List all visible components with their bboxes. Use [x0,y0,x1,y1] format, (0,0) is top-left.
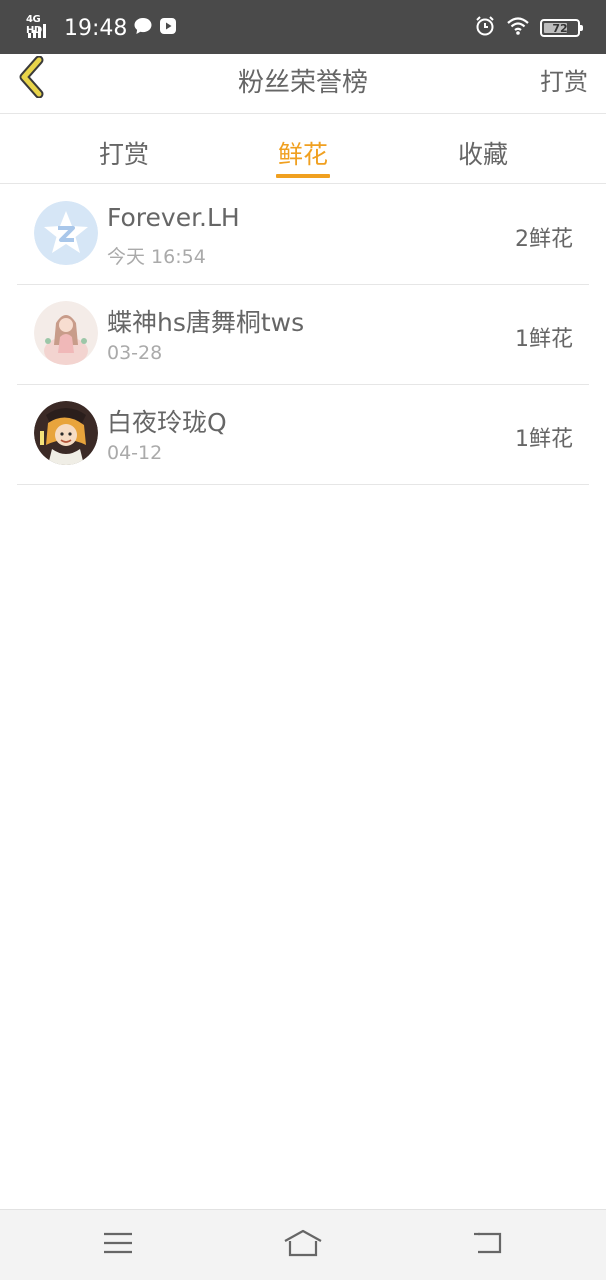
anime-girl-avatar [34,301,98,365]
reward-button[interactable]: 打赏 [540,62,588,97]
anime-character-avatar [34,401,98,465]
home-button[interactable] [283,1228,323,1262]
home-icon [283,1229,323,1261]
flower-count: 2鲜花 [515,227,573,252]
page-title: 粉丝荣誉榜 [237,68,368,98]
menu-button[interactable] [98,1228,138,1262]
user-name: 蝶神hs唐舞桐tws [107,308,305,337]
status-left: 4G HD 19:48 [26,14,177,42]
active-tab-indicator [276,174,330,178]
battery-level: 72 [552,21,568,35]
tab-reward[interactable]: 打赏 [64,135,184,171]
status-bar: 4G HD 19:48 72 [0,0,606,54]
menu-icon [103,1231,133,1259]
fan-list: Forever.LH 今天 16:54 2鲜花 蝶神hs唐舞桐tws 03-28… [17,185,589,485]
alarm-clock-icon [474,15,496,41]
battery-icon: 72 [540,19,583,37]
wifi-icon [506,16,530,40]
back-icon [472,1230,504,1260]
nav-bar: 粉丝荣誉榜 打赏 [0,54,606,114]
date-label: 04-12 [107,442,163,464]
video-play-icon [159,17,177,39]
system-back-button[interactable] [468,1228,508,1262]
tab-bar: 打赏 鲜花 收藏 [0,115,606,184]
date-label: 今天 16:54 [107,246,206,268]
flower-count: 1鲜花 [515,327,573,352]
status-time: 19:48 [64,15,128,41]
date-label: 03-28 [107,342,163,364]
flower-count: 1鲜花 [515,427,573,452]
list-item[interactable]: 白夜玲珑Q 04-12 1鲜花 [17,385,589,485]
chat-bubble-icon [133,16,153,40]
tab-flowers[interactable]: 鲜花 [243,135,363,171]
list-item[interactable]: Forever.LH 今天 16:54 2鲜花 [17,185,589,285]
qq-default-avatar [34,201,98,265]
cellular-signal-icon: 4G HD [26,14,56,40]
user-name: 白夜玲珑Q [107,408,227,437]
tab-favorites[interactable]: 收藏 [423,135,543,171]
status-right: 72 [474,14,583,42]
system-nav-bar [0,1209,606,1280]
user-name: Forever.LH [107,203,240,232]
list-item[interactable]: 蝶神hs唐舞桐tws 03-28 1鲜花 [17,285,589,385]
